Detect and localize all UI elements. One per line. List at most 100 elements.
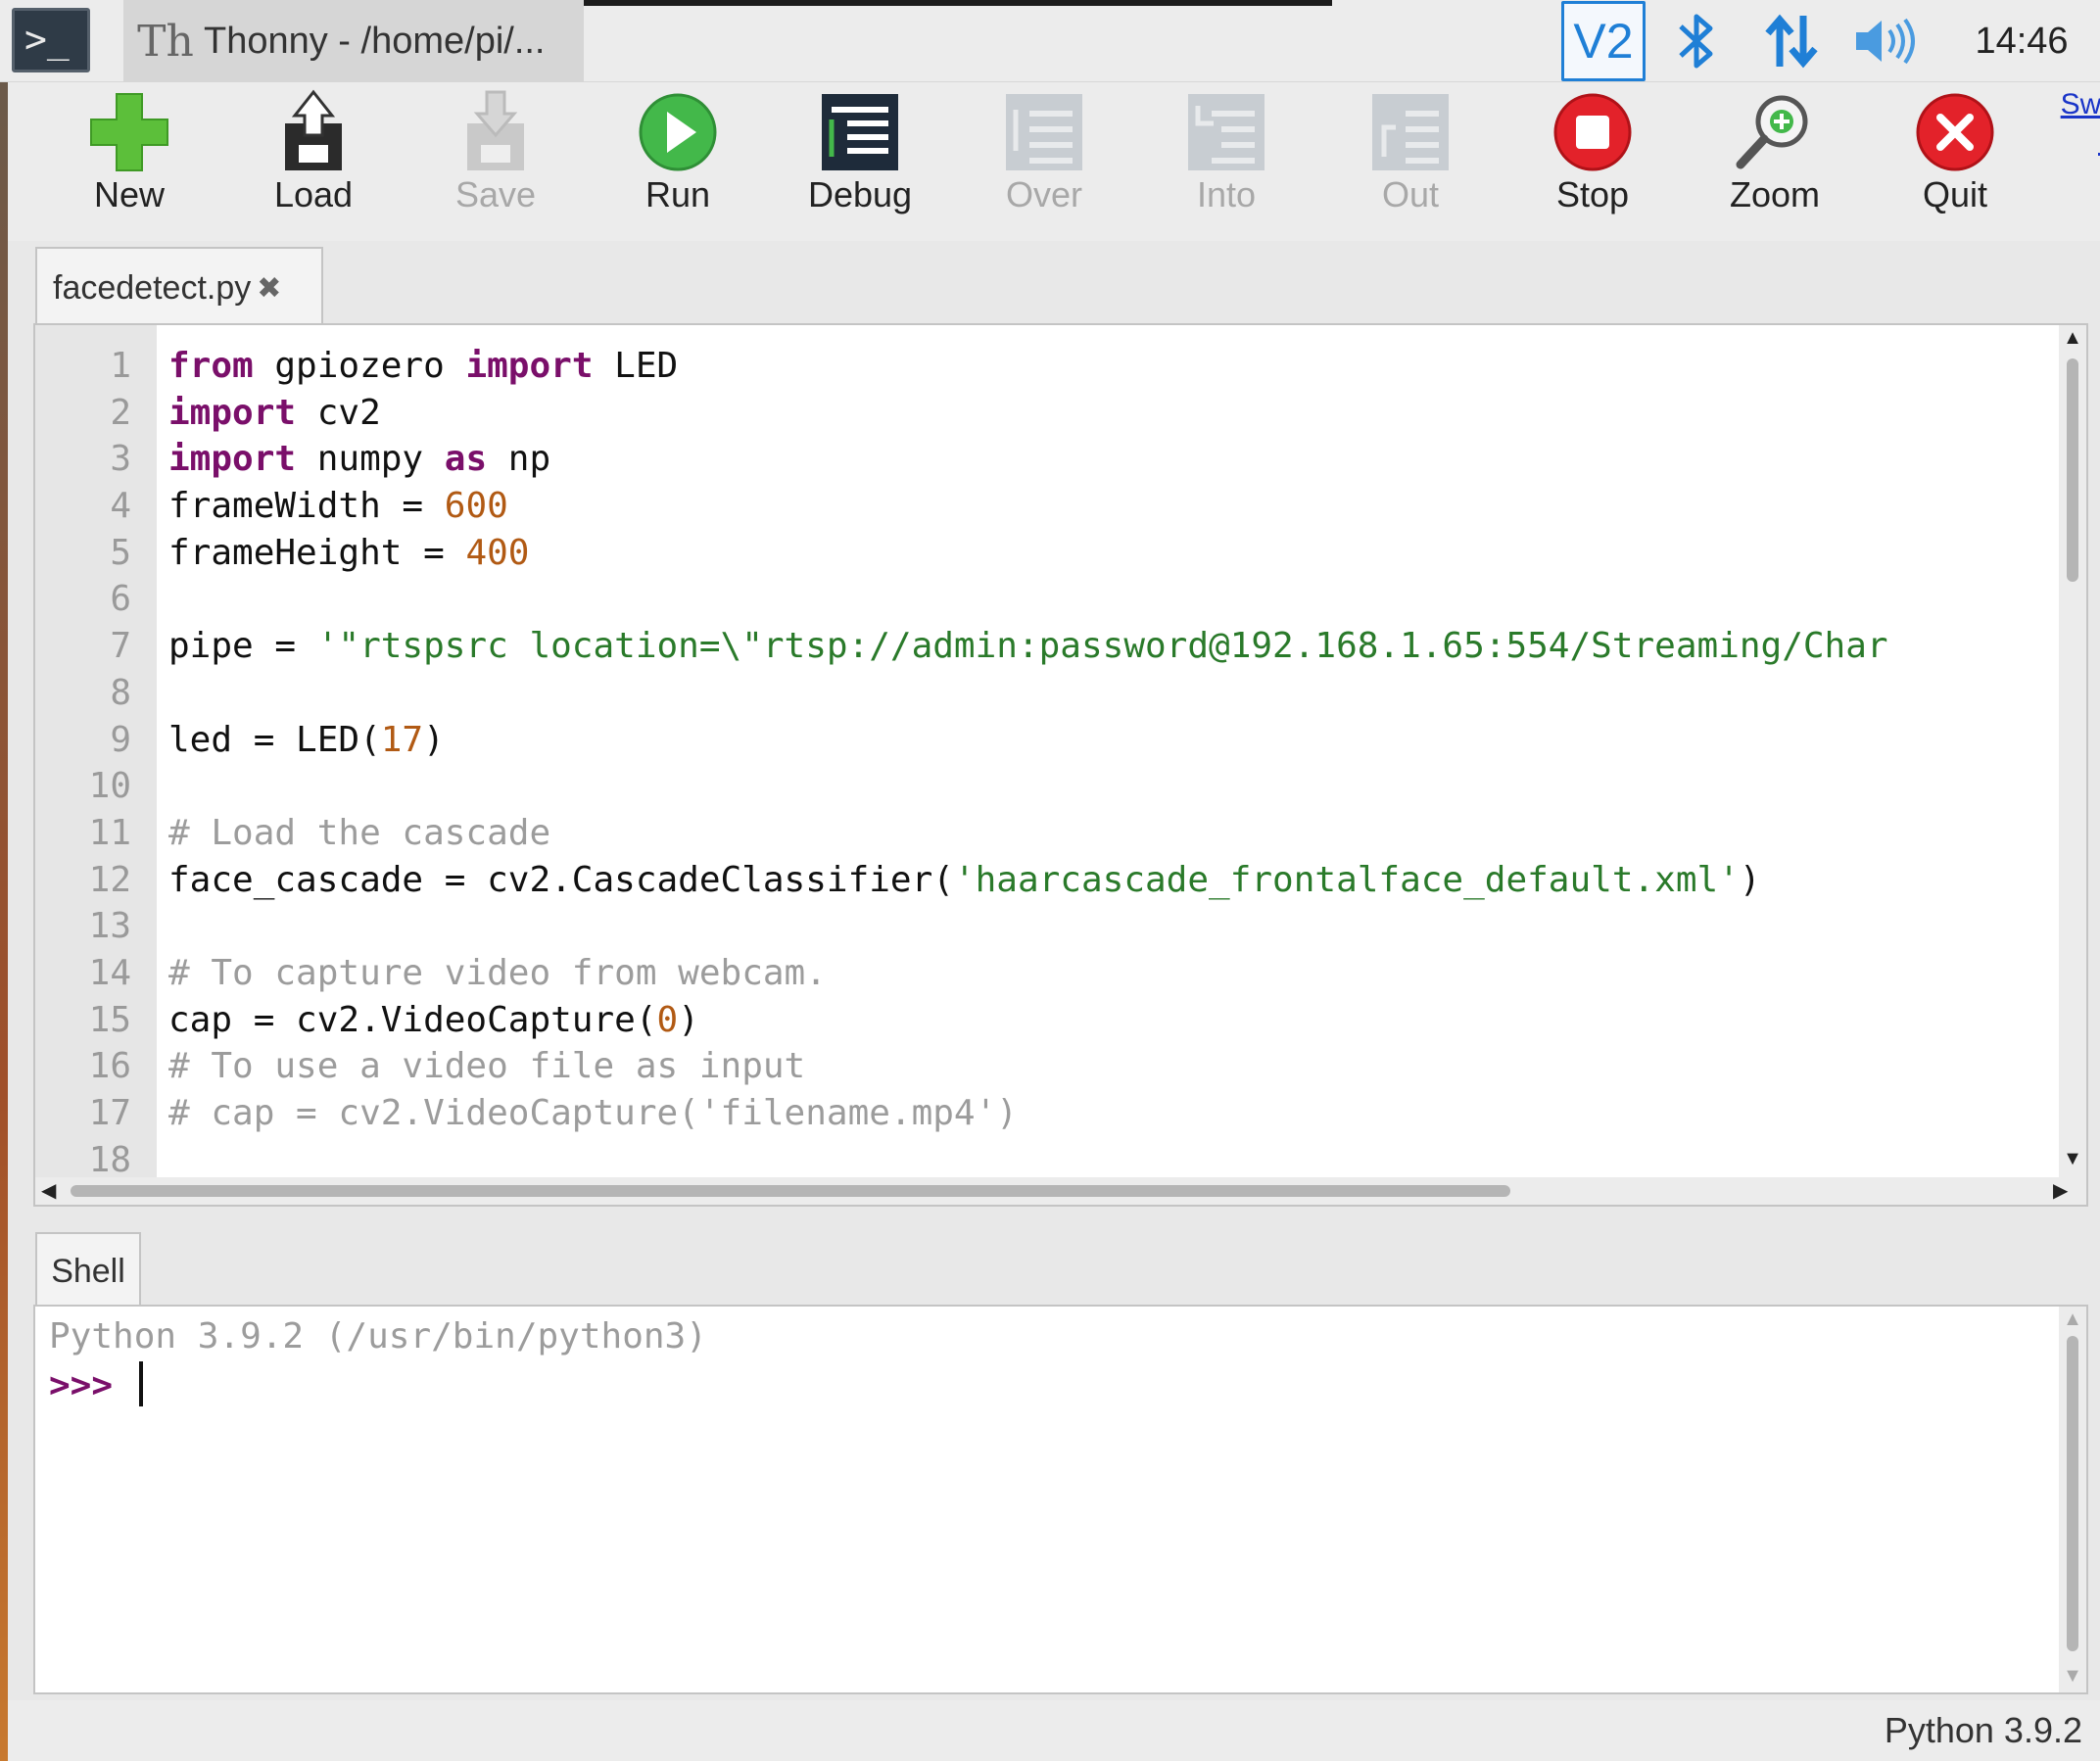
vnc-icon[interactable]: V2 (1561, 1, 1646, 81)
code-line[interactable]: import numpy as np (168, 436, 2049, 483)
editor-hscroll-thumb[interactable] (71, 1185, 1510, 1197)
load-button[interactable]: Load (225, 82, 402, 241)
code-line[interactable]: # cap = cv2.VideoCapture('filename.mp4') (168, 1090, 2049, 1137)
scroll-down-icon[interactable]: ▼ (2059, 1148, 2086, 1170)
new-icon (90, 93, 168, 171)
code-line[interactable] (168, 903, 2049, 950)
new-label: New (93, 174, 166, 214)
switch-mode-link[interactable]: Swi r (2043, 86, 2100, 161)
code-line[interactable]: frameHeight = 400 (168, 530, 2049, 577)
terminal-icon[interactable]: >_ (12, 8, 90, 72)
code-token: LED (593, 346, 679, 386)
line-number: 16 (88, 1046, 131, 1087)
code-token: 0 (656, 999, 679, 1040)
taskbar-app-title: Thonny - /home/pi/... (204, 20, 546, 62)
step-over-label: Over (1005, 174, 1082, 214)
code-line[interactable] (168, 763, 2049, 810)
code-line[interactable]: face_cascade = cv2.CascadeClassifier('ha… (168, 857, 2049, 904)
code-token: ) (678, 999, 699, 1040)
scroll-left-icon[interactable]: ◀ (41, 1177, 56, 1205)
code-line[interactable]: import cv2 (168, 390, 2049, 437)
code-line[interactable] (168, 670, 2049, 717)
network-icon[interactable] (1757, 0, 1826, 82)
clock[interactable]: 14:46 (1963, 0, 2080, 82)
shell-scroll-down-icon[interactable]: ▼ (2059, 1665, 2086, 1688)
interpreter-status[interactable]: Python 3.9.2 (1885, 1710, 2082, 1751)
code-token: as (444, 439, 488, 480)
scroll-up-icon[interactable]: ▲ (2059, 327, 2086, 350)
line-number: 2 (110, 392, 131, 433)
code-token: 'haarcascade_frontalface_default.xml' (953, 859, 1740, 900)
line-number: 10 (88, 766, 131, 807)
save-button[interactable]: Save (407, 82, 584, 241)
debug-icon (822, 94, 898, 170)
line-number: 15 (88, 999, 131, 1040)
shell-banner: Python 3.9.2 (/usr/bin/python3) (49, 1316, 707, 1356)
stop-icon (1553, 93, 1632, 171)
code-area[interactable]: from gpiozero import LED import cv2 import… (168, 325, 2049, 1177)
code-token: # Load the cascade (168, 812, 551, 853)
line-number: 11 (88, 812, 131, 853)
code-line[interactable]: # Load the cascade (168, 810, 2049, 857)
stop-label: Stop (1555, 174, 1630, 214)
shell-vertical-scrollbar[interactable]: ▲ ▼ (2059, 1307, 2086, 1692)
step-into-button[interactable]: Into (1138, 82, 1314, 241)
volume-icon[interactable] (1847, 0, 1926, 82)
quit-button[interactable]: Quit (1867, 82, 2043, 241)
step-out-icon (1372, 94, 1449, 170)
line-number: 1 (110, 346, 131, 386)
stop-button[interactable]: Stop (1504, 82, 1681, 241)
code-editor[interactable]: 1 2 3 4 5 6 7 8 9 10 11 12 13 14 15 16 17 18 from gpiozer… (33, 323, 2088, 1207)
editor-horizontal-scrollbar[interactable]: ◀ ▶ (35, 1177, 2086, 1205)
code-token: cv2 (296, 392, 381, 433)
code-line[interactable] (168, 1137, 2049, 1177)
zoom-button[interactable]: Zoom (1687, 82, 1863, 241)
scroll-right-icon[interactable]: ▶ (2053, 1177, 2068, 1205)
step-over-icon (1006, 94, 1082, 170)
code-token: gpiozero (253, 346, 466, 386)
new-button[interactable]: New (41, 82, 217, 241)
code-line[interactable]: # To use a video file as input (168, 1043, 2049, 1090)
debug-button[interactable]: Debug (772, 82, 948, 241)
tab-shell[interactable]: Shell (35, 1232, 141, 1309)
code-token: 600 (444, 486, 508, 527)
code-line[interactable]: cap = cv2.VideoCapture(0) (168, 997, 2049, 1044)
run-button[interactable]: Run (590, 82, 766, 241)
shell-console[interactable]: Python 3.9.2 (/usr/bin/python3) >>> ▲ ▼ (33, 1305, 2088, 1694)
code-token: import (168, 392, 297, 433)
text-cursor (139, 1361, 143, 1406)
line-number: 6 (110, 579, 131, 620)
code-token: 400 (465, 532, 530, 573)
step-over-button[interactable]: Over (956, 82, 1132, 241)
line-number: 9 (110, 719, 131, 760)
code-token: cap = cv2.VideoCapture( (168, 999, 657, 1040)
zoom-icon (1736, 95, 1808, 169)
save-icon (467, 90, 524, 170)
editor-vscroll-thumb[interactable] (2067, 358, 2078, 582)
shell-scroll-up-icon[interactable]: ▲ (2059, 1309, 2086, 1331)
run-label: Run (644, 174, 711, 214)
code-token: frameHeight = (168, 532, 466, 573)
line-number-gutter: 1 2 3 4 5 6 7 8 9 10 11 12 13 14 15 16 17 18 (35, 325, 157, 1177)
close-icon[interactable]: ✖ (257, 271, 281, 306)
code-token: '"rtspsrc location=\"rtsp://admin:passwo… (316, 626, 1888, 667)
line-number: 4 (110, 486, 131, 527)
step-out-label: Out (1381, 174, 1440, 214)
load-label: Load (273, 174, 354, 214)
taskbar-app-thonny[interactable]: Th Thonny - /home/pi/... (123, 0, 584, 82)
tab-facedetect-py[interactable]: facedetect.py ✖ (35, 247, 323, 327)
bluetooth-icon[interactable] (1665, 0, 1728, 82)
code-line[interactable]: pipe = '"rtspsrc location=\"rtsp://admin… (168, 623, 2049, 670)
line-number: 3 (110, 439, 131, 480)
shell-vscroll-thumb[interactable] (2067, 1336, 2078, 1651)
code-line[interactable]: # To capture video from webcam. (168, 950, 2049, 997)
thonny-icon: Th (137, 16, 194, 67)
code-line[interactable] (168, 576, 2049, 623)
code-token: # cap = cv2.VideoCapture('filename.mp4') (168, 1093, 1018, 1133)
step-into-label: Into (1196, 174, 1257, 214)
step-out-button[interactable]: Out (1322, 82, 1499, 241)
code-line[interactable]: from gpiozero import LED (168, 343, 2049, 390)
editor-vertical-scrollbar[interactable]: ▲ ▼ (2059, 325, 2086, 1177)
code-line[interactable]: led = LED(17) (168, 717, 2049, 764)
code-line[interactable]: frameWidth = 600 (168, 483, 2049, 530)
